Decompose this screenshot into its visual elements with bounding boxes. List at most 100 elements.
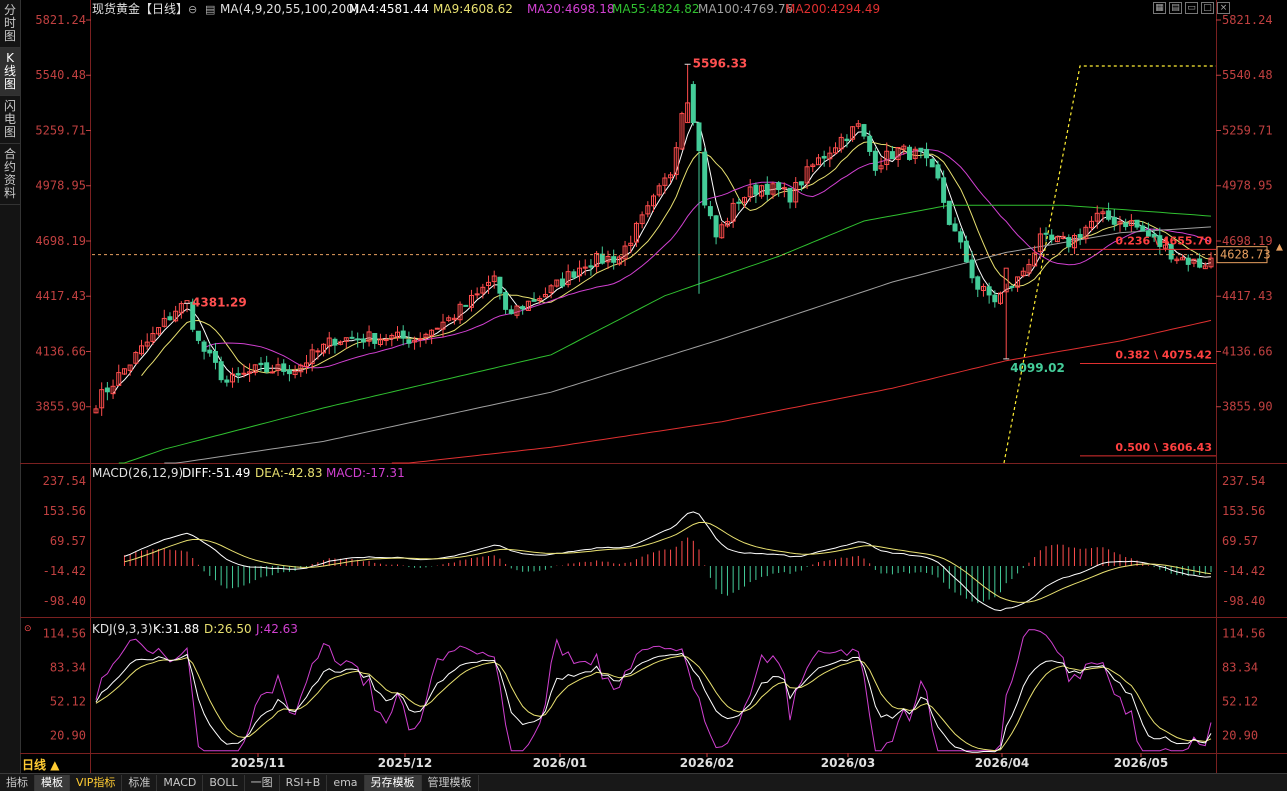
candle-body (776, 182, 782, 191)
candle-body (503, 292, 509, 310)
macd-tick-left: -98.40 (43, 594, 86, 608)
kdj-tick-right: 83.34 (1222, 660, 1258, 674)
candle-body (531, 299, 537, 302)
fib-level-label: 0.382 \ 4075.42 (1115, 349, 1212, 362)
candle-body (104, 387, 110, 393)
candle-body (952, 223, 958, 232)
candle-body (924, 148, 930, 159)
toolbar-tab-2[interactable]: VIP指标 (70, 774, 123, 791)
y-tick-label-left: 5259.71 (35, 123, 86, 137)
toolbar-tab-4[interactable]: MACD (157, 774, 204, 791)
candle-body (986, 286, 992, 296)
period-text: 日线 (22, 758, 47, 772)
candle-body (372, 332, 378, 344)
candle-body (315, 350, 321, 353)
candle-body (969, 259, 975, 279)
candle-body (764, 183, 770, 195)
candle-body (713, 215, 719, 238)
maximize-icon[interactable]: □ (1201, 2, 1214, 14)
y-tick-label-right: 4978.95 (1222, 179, 1273, 193)
layout-icon[interactable]: ▤ (1169, 2, 1182, 14)
toolbar-tab-10[interactable]: 管理模板 (422, 774, 479, 791)
candle-body (264, 362, 270, 373)
toolbar-tab-3[interactable]: 标准 (122, 774, 158, 791)
toolbar-tab-5[interactable]: BOLL (203, 774, 245, 791)
candle-body (212, 350, 218, 363)
kdj-settings-icon: ⊙ (24, 624, 32, 634)
period-up-icon: ▲ (50, 758, 60, 772)
candle-body (798, 181, 804, 186)
ma-params: MA(4,9,20,55,100,200) (220, 2, 359, 16)
toolbar-tab-0[interactable]: 指标 (0, 774, 35, 791)
candle-body (941, 177, 947, 203)
candle-body (918, 147, 924, 152)
grid-icon[interactable]: ▦ (1153, 2, 1166, 14)
toolbar-tab-8[interactable]: ema (327, 774, 365, 791)
y-tick-label-right: 4698.19 (1222, 234, 1273, 248)
y-tick-label-left: 4417.43 (35, 289, 86, 303)
price-marker-icon: ▲ (1276, 243, 1283, 253)
candle-body (508, 309, 514, 315)
ma-icon: ▤ (205, 3, 215, 16)
macd-tick-right: 69.57 (1222, 534, 1258, 548)
toolbar-tab-6[interactable]: 一图 (245, 774, 280, 791)
candle-body (1140, 225, 1146, 232)
ma-value-5: MA200:4294.49 (785, 2, 880, 16)
kdj-tick-left: 114.56 (43, 626, 86, 640)
chart-area: 5821.24 5821.24 5540.48 5540.48 5259.71 5259.… (20, 0, 1287, 773)
period-label[interactable]: 日线 ▲ (22, 756, 59, 773)
candle-body (281, 363, 287, 372)
ma-value-2: MA20:4698.18 (527, 2, 615, 16)
candle-body (1185, 257, 1191, 265)
kdj-d-line (95, 655, 1212, 752)
x-tick-label: 2026/02 (680, 756, 734, 770)
candle-body (497, 276, 503, 294)
settings-icon: ⊖ (188, 3, 197, 16)
candle-body (218, 361, 224, 381)
y-tick-label-right: 5821.24 (1222, 13, 1273, 27)
candle-body (787, 187, 793, 203)
candle-body (559, 278, 565, 287)
restore-icon[interactable]: ▭ (1185, 2, 1198, 14)
candle-body (1197, 258, 1203, 268)
fib-level-label: 0.236 \ 4655.70 (1115, 234, 1212, 247)
macd-tick-right: -98.40 (1222, 594, 1265, 608)
y-tick-label-right: 5259.71 (1222, 123, 1273, 137)
candle-body (599, 253, 605, 264)
kdj-d: D:26.50 (204, 622, 252, 636)
candle-body (690, 84, 696, 124)
y-tick-label-left: 3855.90 (35, 400, 86, 414)
macd-dea: DEA:-42.83 (255, 466, 323, 480)
x-tick-label: 2025/12 (378, 756, 432, 770)
close-icon[interactable]: × (1217, 2, 1230, 14)
candle-body (1077, 234, 1083, 238)
kdj-j: J:42.63 (255, 622, 298, 636)
chart-title: 现货黄金【日线】 (92, 1, 188, 16)
candle-body (946, 200, 952, 225)
kdj-j-line (95, 629, 1212, 752)
candle-body (269, 371, 275, 374)
candle-body (992, 294, 998, 303)
candle-body (963, 240, 969, 263)
toolbar-tab-1[interactable]: 模板 (35, 774, 70, 791)
toolbar-tab-9[interactable]: 另存模板 (364, 774, 422, 791)
candle-body (1134, 219, 1140, 228)
annotation-high: 4381.29 (192, 295, 247, 309)
candle-body (349, 336, 355, 339)
candle-body (611, 256, 617, 263)
annotation-low: 4099.02 (1010, 361, 1065, 375)
macd-value: MACD:-17.31 (326, 466, 405, 480)
fib-level-label: 0.500 \ 3606.43 (1115, 441, 1212, 454)
candle-body (975, 276, 981, 290)
y-tick-label-right: 4136.66 (1222, 344, 1273, 358)
ma-line-ma20 (203, 148, 1212, 369)
ma-value-3: MA55:4824.82 (612, 2, 700, 16)
candle-body (1066, 237, 1072, 248)
candle-body (702, 151, 708, 206)
candle-body (434, 327, 440, 330)
x-tick-label: 2026/04 (975, 756, 1029, 770)
macd-tick-right: 153.56 (1222, 504, 1265, 518)
toolbar-tab-7[interactable]: RSI+B (280, 774, 328, 791)
candle-body (861, 124, 867, 137)
y-tick-label-left: 4136.66 (35, 344, 86, 358)
